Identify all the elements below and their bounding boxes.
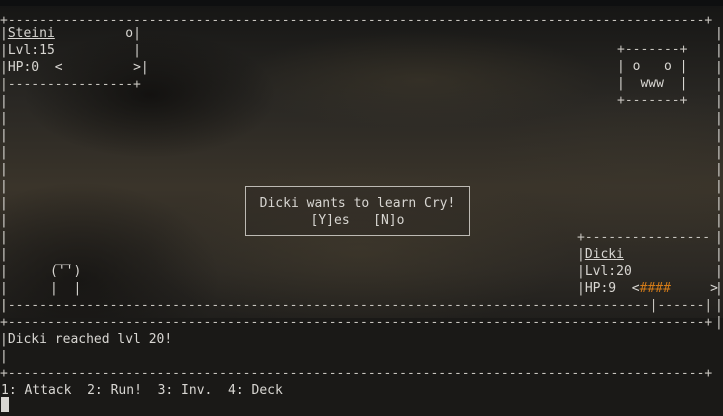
player-level-row: |Lvl:15 | <box>0 43 141 58</box>
battle-left-border: | | | | | | | | | | | | | <box>0 94 8 313</box>
dialog-message: Dicki wants to learn Cry! <box>259 196 456 211</box>
log-row: |Dicki reached lvl 20! <box>0 332 173 347</box>
player-hp-row: |HP:0 < >| <box>0 60 149 75</box>
pet-name-row: |Dicki <box>577 247 624 262</box>
enemy-sprite-eyes-row: | o o | <box>617 59 688 74</box>
menu-run[interactable]: 2: Run! <box>87 383 142 398</box>
menu-deck[interactable]: 4: Deck <box>228 383 283 398</box>
player-level: Lvl:15 <box>7 43 55 58</box>
player-sprite-body: | | <box>50 281 82 296</box>
player-box-bottom: |----------------+ <box>0 77 141 92</box>
pet-level-row: |Lvl:20 <box>577 264 632 279</box>
pet-hp-row: |HP:9 <#### > <box>577 281 718 296</box>
terminal-cursor <box>1 397 9 412</box>
player-hp-right-bracket: > <box>133 60 141 75</box>
player-name-row: |Steini o| <box>0 26 141 41</box>
dialog-yes-option[interactable]: [Y]es <box>311 213 350 228</box>
pet-hp-right-bracket: > <box>710 281 718 296</box>
dialog-options: [Y]es [N]o <box>246 212 469 229</box>
player-marker: o <box>125 26 134 41</box>
pet-box-top: +---------------- <box>577 230 711 245</box>
pet-name: Dicki <box>584 247 624 262</box>
player-name: Steini <box>7 26 55 41</box>
learn-skill-dialog: Dicki wants to learn Cry! [Y]es [N]o <box>245 186 470 236</box>
player-sprite-face: ('') <box>50 264 82 279</box>
window-top-bar <box>0 0 723 6</box>
enemy-sprite-top: +-------+ <box>617 42 688 57</box>
dialog-no-option[interactable]: [N]o <box>373 213 404 228</box>
log-empty-row: | <box>0 349 8 364</box>
game-screen: +---------------------------------------… <box>0 0 723 416</box>
enemy-sprite-bottom: +-------+ <box>617 93 688 108</box>
enemy-eyes: o o <box>632 59 672 74</box>
menu-attack[interactable]: 1: Attack <box>1 383 71 398</box>
log-bottom-border: +---------------------------------------… <box>0 366 713 381</box>
player-hp-label: HP:0 <box>7 60 40 75</box>
pet-hp-label: HP:9 <box>584 281 617 296</box>
menu-inventory[interactable]: 3: Inv. <box>158 383 213 398</box>
pet-hp-left-bracket: < <box>631 281 640 296</box>
command-menu: 1: Attack 2: Run! 3: Inv. 4: Deck <box>1 382 283 399</box>
pet-hp-bar: #### <box>639 281 671 296</box>
battle-bottom-border: |---------------------------------------… <box>0 298 713 313</box>
log-top-border: +---------------------------------------… <box>0 315 713 330</box>
enemy-sprite-mouth-row: | www | <box>617 76 688 91</box>
log-message: Dicki reached lvl 20! <box>7 332 173 347</box>
enemy-mouth: www <box>640 76 664 91</box>
pet-level: Lvl:20 <box>584 264 632 279</box>
player-hp-left-bracket: < <box>54 60 63 75</box>
